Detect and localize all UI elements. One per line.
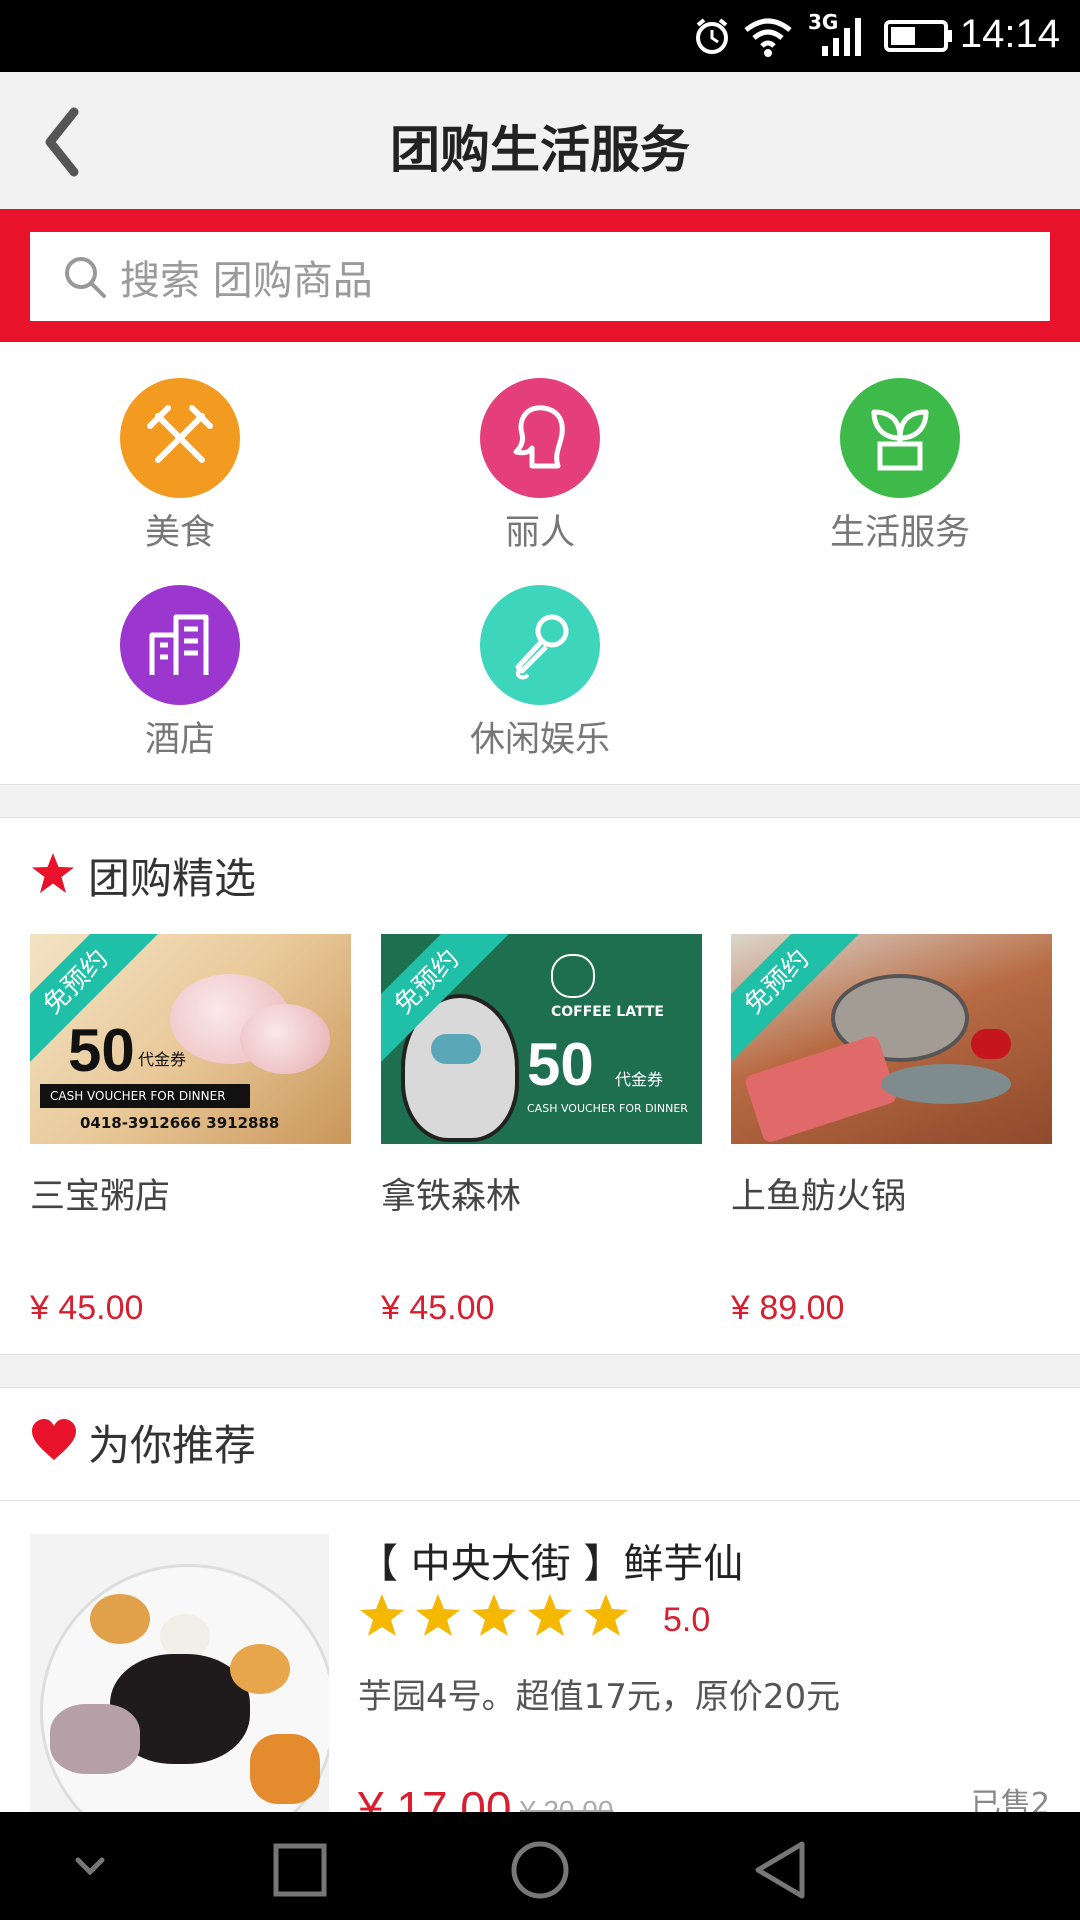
product-name: 三宝粥店 <box>30 1177 171 1217</box>
category-food[interactable]: 美食 <box>0 378 360 555</box>
app-header: 团购生活服务 <box>0 72 1080 209</box>
category-life-service[interactable]: 生活服务 <box>720 378 1080 555</box>
star-icon <box>32 853 74 893</box>
rating-stars <box>358 1591 638 1645</box>
voucher-amount: 50 <box>68 1017 135 1084</box>
brand-name: COFFEE LATTE <box>551 1004 664 1020</box>
product-price: ¥ 45.00 <box>381 1289 495 1327</box>
product-image: 免预约 <box>731 934 1052 1144</box>
building-icon <box>120 585 240 705</box>
search-bar: 搜索 团购商品 <box>0 209 1080 342</box>
battery-icon <box>884 20 952 52</box>
signal-icon <box>822 18 861 56</box>
product-image: COFFEE LATTE 50 代金券 CASH VOUCHER FOR DIN… <box>381 934 702 1144</box>
section-divider <box>0 784 1080 818</box>
product-price: ¥ 89.00 <box>731 1289 845 1327</box>
search-input[interactable]: 搜索 团购商品 <box>30 232 1050 321</box>
featured-title: 团购精选 <box>88 854 257 903</box>
woman-profile-icon <box>480 378 600 498</box>
star-rating-icon <box>360 1594 628 1636</box>
alarm-icon <box>696 18 728 54</box>
category-label: 丽人 <box>504 513 575 553</box>
category-entertainment[interactable]: 休闲娱乐 <box>360 585 720 762</box>
voucher-amount: 50 <box>527 1031 594 1098</box>
featured-item[interactable]: 50 代金券 CASH VOUCHER FOR DINNER 0418-3912… <box>30 934 351 1328</box>
potted-plant-icon <box>840 378 960 498</box>
status-time: 14:14 <box>959 12 1060 56</box>
recents-square-icon[interactable] <box>272 1842 328 1898</box>
voucher-phone: 0418-3912666 3912888 <box>80 1114 280 1132</box>
product-image <box>30 1534 329 1834</box>
recommend-item[interactable]: 【 中央大街 】鲜芋仙 5.0 芋园4号。超值17元，原价20元 ¥ 17.00… <box>0 1501 1080 1834</box>
category-hotel[interactable]: 酒店 <box>0 585 360 762</box>
featured-item[interactable]: COFFEE LATTE 50 代金券 CASH VOUCHER FOR DIN… <box>381 934 702 1328</box>
search-placeholder: 搜索 团购商品 <box>120 258 373 304</box>
system-nav-bar <box>0 1812 1080 1920</box>
category-label: 生活服务 <box>829 513 970 553</box>
category-label: 休闲娱乐 <box>469 720 610 760</box>
recommend-item-desc: 芋园4号。超值17元，原价20元 <box>358 1677 841 1717</box>
product-price: ¥ 45.00 <box>30 1289 144 1327</box>
recommend-item-title: 【 中央大街 】鲜芋仙 <box>358 1541 744 1587</box>
chevron-down-icon[interactable] <box>72 1846 108 1886</box>
section-divider <box>0 1354 1080 1388</box>
recommend-title: 为你推荐 <box>88 1421 257 1470</box>
status-bar: 3G 14:14 <box>0 0 1080 72</box>
category-label: 酒店 <box>144 720 215 760</box>
product-image: 50 代金券 CASH VOUCHER FOR DINNER 0418-3912… <box>30 934 351 1144</box>
voucher-unit: 代金券 <box>615 1070 664 1089</box>
voucher-caption: CASH VOUCHER FOR DINNER <box>40 1084 250 1108</box>
product-name: 拿铁森林 <box>381 1177 522 1217</box>
rating-value: 5.0 <box>663 1601 711 1639</box>
back-triangle-icon[interactable] <box>752 1840 808 1900</box>
featured-item[interactable]: 免预约 上鱼舫火锅 ¥ 89.00 <box>731 934 1052 1328</box>
voucher-unit: 代金券 <box>138 1050 187 1069</box>
search-icon <box>65 257 106 298</box>
utensils-icon <box>120 378 240 498</box>
heart-icon <box>32 1419 76 1460</box>
home-circle-icon[interactable] <box>510 1840 570 1900</box>
voucher-caption: CASH VOUCHER FOR DINNER <box>527 1102 688 1115</box>
category-beauty[interactable]: 丽人 <box>360 378 720 555</box>
page-title: 团购生活服务 <box>390 121 690 179</box>
wifi-icon <box>744 18 792 57</box>
category-label: 美食 <box>144 513 215 553</box>
microphone-icon <box>480 585 600 705</box>
product-name: 上鱼舫火锅 <box>731 1177 907 1217</box>
